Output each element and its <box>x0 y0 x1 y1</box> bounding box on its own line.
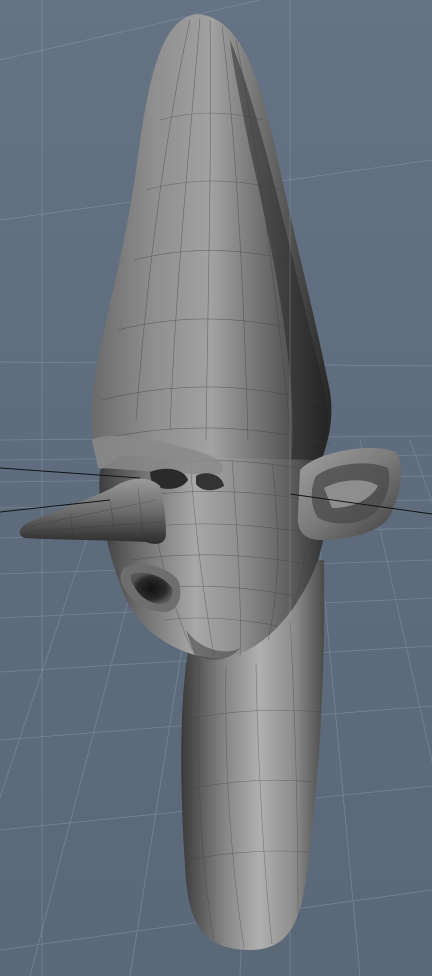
3d-viewport[interactable] <box>0 0 432 976</box>
viewport-canvas[interactable] <box>0 0 432 976</box>
